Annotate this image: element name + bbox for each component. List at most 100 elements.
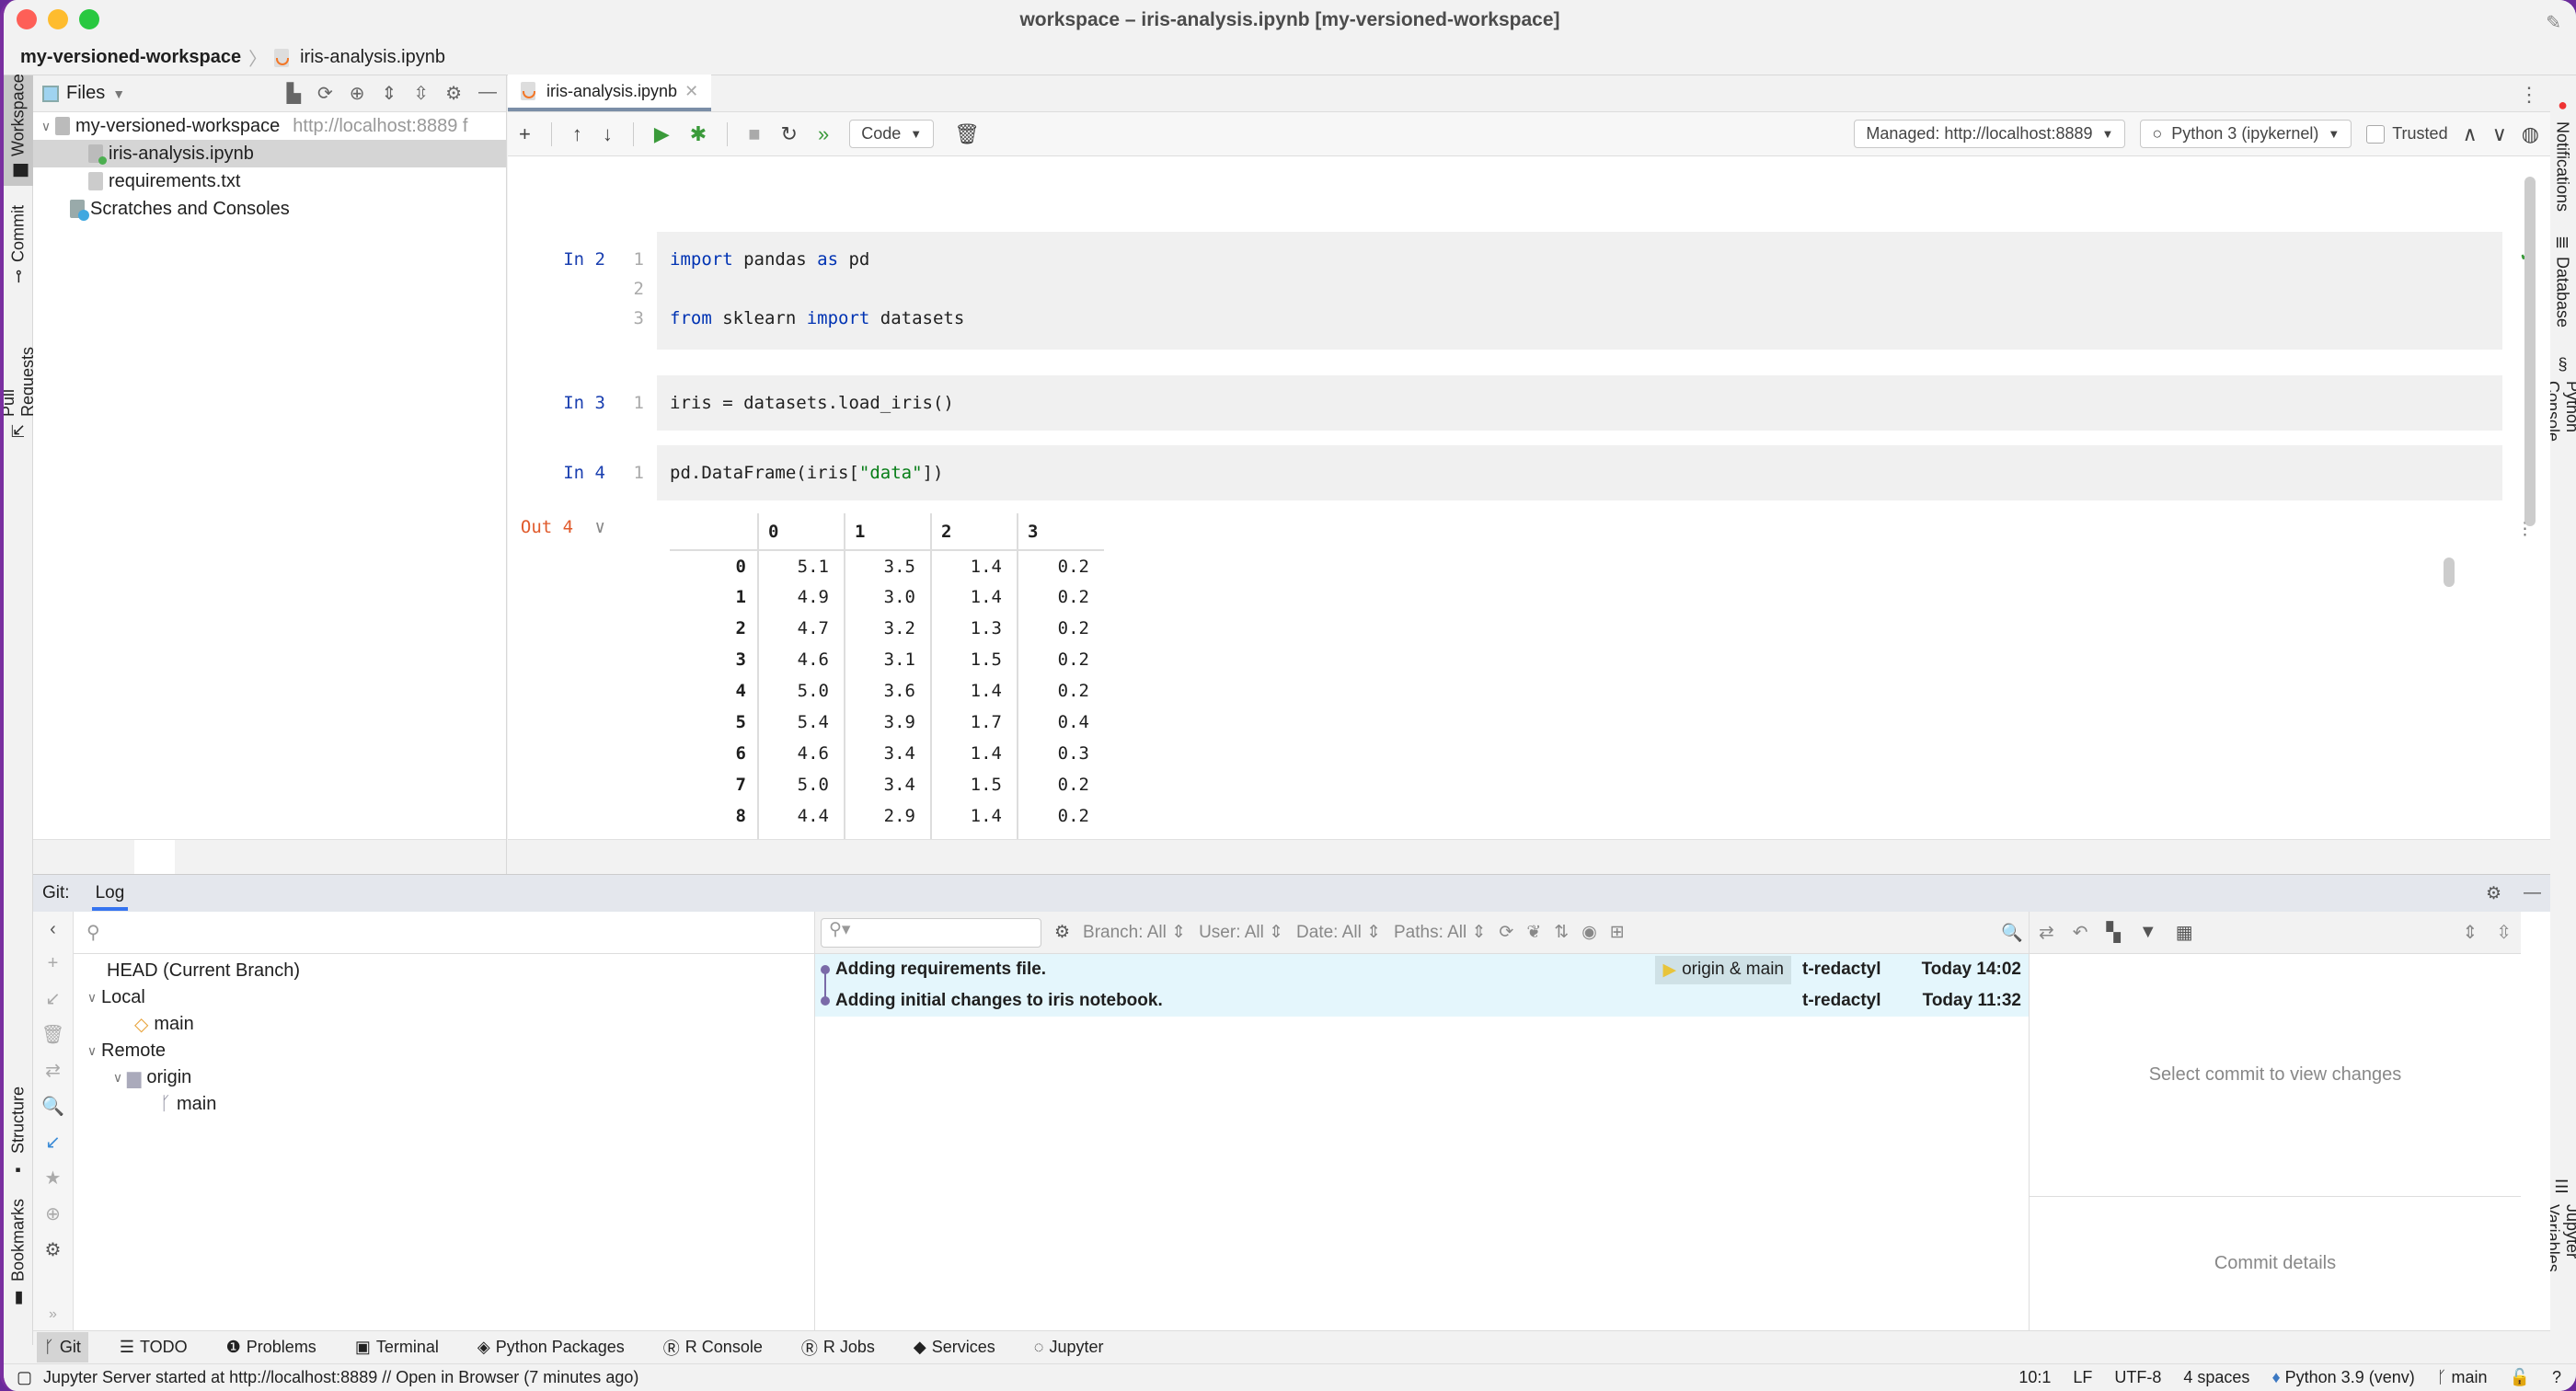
- new-tab-icon[interactable]: ⊞: [1610, 922, 1625, 943]
- minimize-window-button[interactable]: [48, 9, 68, 29]
- branch-origin-main[interactable]: ᚴ main: [74, 1091, 814, 1118]
- tool-window-r-jobs[interactable]: Ⓡ R Jobs: [794, 1330, 882, 1365]
- code-editor[interactable]: import pandas as pd from sklearn import …: [657, 232, 2502, 350]
- tree-item-project-root[interactable]: ∨ my-versioned-workspace http://localhost:…: [33, 112, 506, 140]
- zoom-window-button[interactable]: [79, 9, 99, 29]
- tab-iris-analysis[interactable]: iris-analysis.ipynb ✕: [508, 75, 712, 111]
- search-icon[interactable]: 🔍: [2001, 922, 2023, 944]
- tool-window-todo[interactable]: ☰ TODO: [112, 1332, 195, 1362]
- previous-cell-icon[interactable]: ∧: [2463, 122, 2478, 146]
- paths-filter[interactable]: Paths: All ⇕: [1394, 922, 1486, 943]
- locate-icon[interactable]: ⊕: [350, 82, 365, 105]
- add-cell-icon[interactable]: +: [519, 122, 531, 146]
- cell-type-select[interactable]: Code ▼: [849, 120, 935, 148]
- expand-icon[interactable]: »: [49, 1306, 57, 1323]
- run-cell-icon[interactable]: ▶: [654, 122, 670, 146]
- gear-icon[interactable]: ⚙: [45, 1238, 62, 1261]
- code-editor[interactable]: iris = datasets.load_iris(): [657, 375, 2502, 431]
- breadcrumb-project[interactable]: my-versioned-workspace: [20, 47, 241, 68]
- user-filter[interactable]: User: All ⇕: [1199, 922, 1283, 943]
- breadcrumb-file[interactable]: iris-analysis.ipynb: [300, 47, 445, 68]
- tool-window-r-console[interactable]: Ⓡ R Console: [656, 1330, 770, 1365]
- toggle-panels-icon[interactable]: ▢: [17, 1368, 32, 1387]
- branch-group-remote[interactable]: ∨ Remote: [74, 1038, 814, 1064]
- notebook-cell[interactable]: In 3 1 iris = datasets.load_iris(): [508, 375, 2550, 443]
- interpreter-selector[interactable]: ♦ Python 3.9 (venv): [2271, 1368, 2414, 1387]
- stop-icon[interactable]: ■: [748, 122, 760, 146]
- restart-kernel-icon[interactable]: ↻: [781, 122, 798, 146]
- tool-tab-structure[interactable]: ▪ Structure: [4, 1086, 33, 1189]
- log-search-input[interactable]: ⚲▾: [821, 917, 1041, 948]
- refresh-icon[interactable]: ⟳: [1499, 922, 1513, 943]
- line-separator[interactable]: LF: [2073, 1368, 2092, 1387]
- tool-tab-pull-requests[interactable]: ⇱ Pull Requests: [4, 309, 37, 447]
- collapse-all-icon[interactable]: ⇳: [413, 82, 429, 105]
- debug-icon[interactable]: ✱: [690, 122, 707, 146]
- diff-icon[interactable]: ⇄: [2039, 921, 2054, 944]
- tool-tab-commit[interactable]: ⊸ Commit: [4, 201, 33, 293]
- collapse-all-icon[interactable]: ⇳: [2496, 921, 2512, 944]
- branch-head[interactable]: HEAD (Current Branch): [74, 958, 814, 984]
- code-editor[interactable]: pd.DataFrame(iris["data"]): [657, 445, 2502, 500]
- cursor-position[interactable]: 10:1: [2018, 1368, 2051, 1387]
- expand-all-icon[interactable]: ⇕: [382, 82, 397, 105]
- tool-tab-jupyter-variables[interactable]: ☰ Jupyter Variables: [2544, 1170, 2576, 1327]
- revert-icon[interactable]: ↶: [2073, 921, 2088, 944]
- date-filter[interactable]: Date: All ⇕: [1296, 922, 1381, 943]
- gear-icon[interactable]: ⚙: [445, 82, 462, 105]
- lock-icon[interactable]: 🔓: [2510, 1368, 2530, 1387]
- tool-window-problems[interactable]: ❶ Problems: [219, 1332, 324, 1362]
- branch-remote-origin[interactable]: ∨ ▆ origin: [74, 1064, 814, 1091]
- tool-window-services[interactable]: ◆ Services: [906, 1332, 1003, 1362]
- new-directory-icon[interactable]: ▙: [287, 82, 301, 105]
- delete-icon[interactable]: 🗑: [41, 1023, 64, 1046]
- horizontal-scrollbar[interactable]: [508, 839, 2550, 874]
- minimize-icon[interactable]: —: [478, 82, 497, 105]
- collapse-output-icon[interactable]: ∨: [595, 517, 605, 537]
- horizontal-scrollbar[interactable]: [33, 839, 506, 875]
- tool-tab-notifications[interactable]: ● Notifications: [2547, 88, 2576, 217]
- minimize-icon[interactable]: —: [2524, 883, 2541, 904]
- layout-icon[interactable]: ▦: [2176, 921, 2193, 944]
- checkout-icon[interactable]: ↙: [45, 987, 61, 1010]
- tab-log[interactable]: Log: [91, 876, 129, 911]
- expand-all-icon[interactable]: ⇕: [2462, 921, 2478, 944]
- collapse-panel-icon[interactable]: ‹: [50, 919, 56, 940]
- branch-search-input[interactable]: ⚲: [74, 912, 814, 954]
- tree-item-requirements[interactable]: requirements.txt: [33, 167, 506, 195]
- branch-group-local[interactable]: ∨ Local: [74, 984, 814, 1011]
- edit-icon[interactable]: ✎: [2546, 11, 2561, 34]
- more-options-icon[interactable]: ⋮: [2519, 83, 2539, 107]
- close-window-button[interactable]: [17, 9, 37, 29]
- sort-icon[interactable]: ⇅: [1554, 922, 1569, 943]
- tool-window-git[interactable]: ᚴ Git: [37, 1332, 88, 1362]
- branch-local-main[interactable]: ◇ main: [74, 1011, 814, 1038]
- tool-tab-python-console[interactable]: § Python Console: [2544, 348, 2576, 495]
- sync-icon[interactable]: ⟳: [317, 82, 333, 105]
- cherry-pick-icon[interactable]: ❦: [1526, 922, 1541, 943]
- notebook-cell[interactable]: In 4 1 pd.DataFrame(iris["data"]): [508, 445, 2550, 513]
- notebook-cell[interactable]: In 2 123 import pandas as pd from sklear…: [508, 232, 2550, 364]
- tool-window-jupyter[interactable]: ◌ Jupyter: [1027, 1332, 1111, 1362]
- tool-tab-workspace[interactable]: ▆ Workspace: [4, 74, 33, 186]
- delete-cell-icon[interactable]: 🗑: [954, 122, 980, 146]
- view-selector[interactable]: Files ▼: [42, 83, 125, 104]
- update-icon[interactable]: ↙: [45, 1131, 61, 1154]
- move-up-icon[interactable]: ↑: [572, 122, 582, 146]
- star-icon[interactable]: ★: [45, 1167, 62, 1190]
- git-branch-selector[interactable]: ᚴ main: [2437, 1368, 2488, 1387]
- commit-row[interactable]: Adding requirements file. ▶ origin & main t…: [815, 954, 2029, 985]
- indent-setting[interactable]: 4 spaces: [2183, 1368, 2249, 1387]
- output-scrollbar[interactable]: [2444, 558, 2455, 587]
- globe-icon[interactable]: ◍: [2522, 122, 2539, 146]
- run-all-icon[interactable]: »: [818, 122, 829, 146]
- gear-icon[interactable]: ⚙: [2486, 883, 2501, 904]
- file-encoding[interactable]: UTF-8: [2114, 1368, 2161, 1387]
- search-icon[interactable]: 🔍: [41, 1095, 64, 1118]
- kernel-select[interactable]: ○ Python 3 (ipykernel) ▼: [2140, 120, 2352, 148]
- eye-icon[interactable]: ◉: [1581, 922, 1597, 943]
- trusted-checkbox[interactable]: [2366, 124, 2386, 144]
- locate-icon[interactable]: ⊕: [45, 1202, 61, 1225]
- server-select[interactable]: Managed: http://localhost:8889 ▼: [1854, 120, 2126, 148]
- tool-window-terminal[interactable]: ▣ Terminal: [348, 1332, 446, 1362]
